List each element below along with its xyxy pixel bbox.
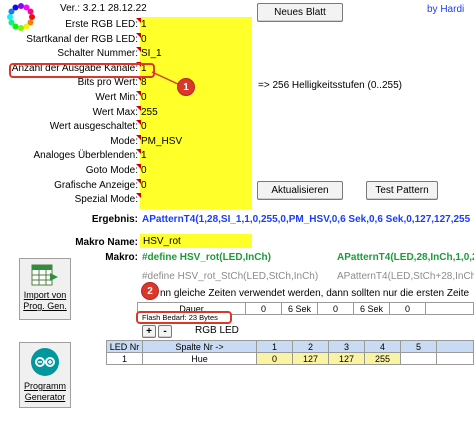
comment-indicator [136,193,141,198]
import-button[interactable]: Import von Prog. Gen. [19,258,71,320]
wheel-dot [18,25,24,31]
anzahl-callout [9,63,155,78]
param-value[interactable]: 0 [141,121,147,132]
wheel-dot [29,14,35,20]
param-label: Startkanal der RGB LED: [26,34,138,45]
value-cell[interactable]: 255 [364,352,401,365]
test-pattern-button[interactable]: Test Pattern [366,181,438,200]
wheel-dot [23,23,30,30]
ergebnis-label: Ergebnis: [91,214,138,225]
comment-indicator [136,179,141,184]
param-label: Grafische Anzeige: [54,180,138,191]
rgb-led-label: RGB LED [195,325,239,336]
param-label: Wert Max: [92,107,138,118]
param-label: Goto Mode: [85,165,138,176]
col-header-spalte: Spalte Nr -> [142,340,257,353]
col-header: 5 [400,340,437,353]
wheel-dot [7,14,13,20]
add-button[interactable]: + [142,325,156,338]
value-cell[interactable]: 127 [292,352,329,365]
dauer-cell[interactable]: 6 Sek [353,302,390,315]
led-nr-cell[interactable]: 1 [106,352,143,365]
author-text: by Hardi [427,4,465,15]
color-wheel-logo [7,3,35,31]
param-value[interactable]: 1 [141,19,147,30]
param-label: Analoges Überblenden: [33,150,138,161]
wheel-dot [27,8,34,15]
param-value[interactable]: 255 [141,107,158,118]
wheel-dot [18,3,24,9]
col-header-empty [436,340,474,353]
comment-indicator [136,33,141,38]
version-text: Ver.: 3.2.1 28.12.22 [60,3,147,14]
badge-1: 1 [177,78,195,96]
param-value[interactable]: PM_HSV [141,136,182,147]
gray-define: #define HSV_rot_StCh(LED,StCh,InCh) [142,271,319,282]
badge-2: 2 [141,282,159,300]
spalte-cell[interactable]: Hue [142,352,257,365]
import-button-label: Import von Prog. Gen. [23,290,67,311]
flash-text: Flash Bedarf: 23 Bytes [142,313,218,322]
makro-pattern: APatternT4(LED,28,InCh,1,0,255,0 [337,252,474,263]
param-label: Wert ausgeschaltet: [49,121,138,132]
comment-indicator [136,106,141,111]
helligkeit-note: => 256 Helligkeitsstufen (0..255) [258,80,402,91]
dauer-cell-empty[interactable] [425,302,474,315]
dauer-cell[interactable]: 0 [245,302,282,315]
comment-indicator [136,18,141,23]
programm-generator-button[interactable]: Programm Generator [19,342,71,408]
comment-indicator [136,47,141,52]
param-value[interactable]: 0 [141,92,147,103]
programm-button-label: Programm Generator [23,381,66,402]
arduino-icon [31,348,59,376]
param-value[interactable]: 8 [141,77,147,88]
gray-pattern: APatternT4(LED,StCh+28,InCh,1,0 [337,271,474,282]
dauer-cell[interactable]: 0 [317,302,354,315]
makro-name-label: Makro Name: [75,237,138,248]
neues-blatt-button[interactable]: Neues Blatt [257,3,343,22]
hint-text: nn gleiche Zeiten verwendet werden, dann… [160,288,470,299]
pattern-table: LED Nr Spalte Nr -> 1 2 3 4 5 1 Hue 0 12… [106,340,474,365]
comment-indicator [136,164,141,169]
col-header: 4 [364,340,401,353]
table-row: 1 Hue 0 127 127 255 [106,352,474,365]
param-value[interactable]: SI_1 [141,48,162,59]
dauer-cell[interactable]: 6 Sek [281,302,318,315]
param-value[interactable]: 0 [141,165,147,176]
aktualisieren-button[interactable]: Aktualisieren [257,181,343,200]
ergebnis-value: APatternT4(1,28,SI_1,1,0,255,0,PM_HSV,0,… [142,214,471,225]
col-header: 1 [256,340,293,353]
col-header: 3 [328,340,365,353]
wheel-dot [8,19,15,26]
remove-button[interactable]: - [158,325,172,338]
value-cell[interactable]: 127 [328,352,365,365]
param-label: Spezial Mode: [74,194,138,205]
dauer-cell[interactable]: 0 [389,302,426,315]
value-cell[interactable] [400,352,437,365]
param-label: Schalter Nummer: [57,48,138,59]
col-header: 2 [292,340,329,353]
comment-indicator [136,91,141,96]
param-value[interactable]: 1 [141,150,147,161]
wheel-dot [12,4,19,11]
comment-indicator [136,149,141,154]
makro-name-value[interactable]: HSV_rot [143,236,181,247]
makro-define: #define HSV_rot(LED,InCh) [142,252,271,263]
param-value[interactable]: 0 [141,34,147,45]
param-label: Erste RGB LED: [65,19,138,30]
comment-indicator [136,120,141,125]
param-label: Mode: [110,136,138,147]
param-label: Bits pro Wert: [77,77,138,88]
makro-label: Makro: [105,252,138,263]
param-label: Wert Min: [95,92,138,103]
param-value[interactable]: 0 [141,180,147,191]
value-cell-empty[interactable] [436,352,474,365]
col-header-led: LED Nr [106,340,143,353]
spreadsheet-import-icon [31,264,58,286]
value-cell[interactable]: 0 [256,352,293,365]
comment-indicator [136,135,141,140]
